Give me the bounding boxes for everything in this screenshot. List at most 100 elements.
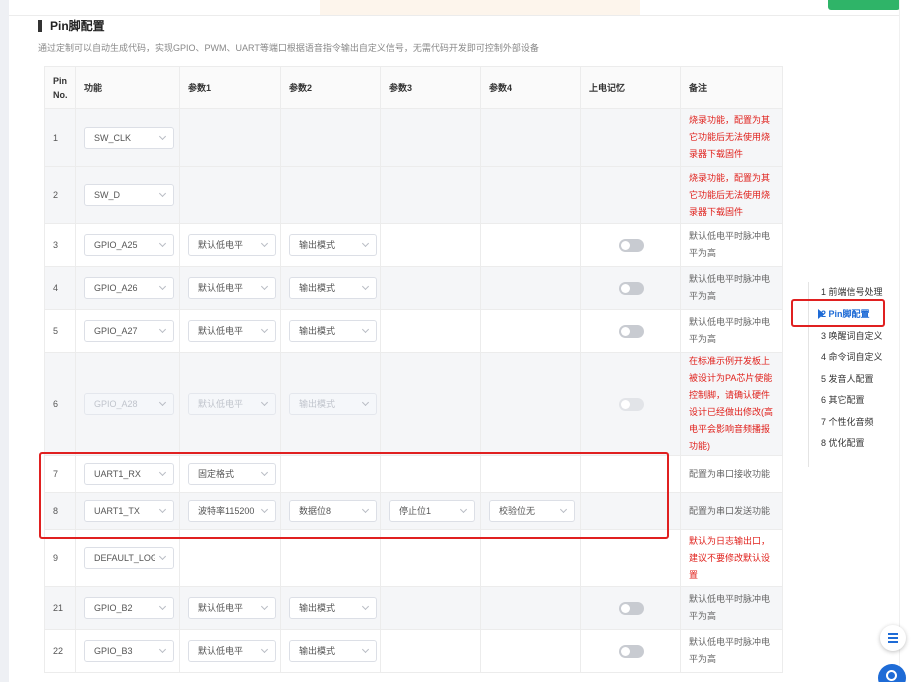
param1-cell: 默认低电平 xyxy=(179,352,281,456)
toc-item-frontend-signal[interactable]: 1 前端信号处理 xyxy=(821,285,883,298)
param1-select[interactable]: 默认低电平 xyxy=(188,277,276,299)
header-power-memory: 上电记忆 xyxy=(580,66,681,109)
power-memory-toggle[interactable] xyxy=(619,238,644,252)
toc-item-speaker[interactable]: 5 发音人配置 xyxy=(821,372,874,385)
remark-cell: 在标准示例开发板上被设计为PA芯片使能控制脚，请确认硬件设计已经做出修改(高电平… xyxy=(680,352,783,456)
chevron-down-icon xyxy=(361,239,370,248)
function-cell: GPIO_B3 xyxy=(75,629,180,673)
param1-select[interactable]: 固定格式 xyxy=(188,463,276,485)
param1-select[interactable]: 波特率115200 xyxy=(188,500,276,522)
param1-cell: 默认低电平 xyxy=(179,223,281,267)
remark-text: 默认低电平时脉冲电平为高 xyxy=(689,317,771,344)
param1-cell: 默认低电平 xyxy=(179,629,281,673)
toggle-knob xyxy=(621,326,630,336)
chevron-down-icon xyxy=(260,505,269,514)
function-cell: GPIO_A25 xyxy=(75,223,180,267)
function-cell: GPIO_A26 xyxy=(75,266,180,310)
param3-select[interactable]: 停止位1 xyxy=(389,500,475,522)
remark-text: 配置为串口接收功能 xyxy=(689,468,771,479)
table-row: 2 SW_D 烧录功能，配置为其它功能后无法使用烧录器下载固件 xyxy=(44,166,783,224)
right-edge-strip xyxy=(899,0,915,682)
power-memory-cell xyxy=(580,309,681,353)
select-value: 校验位无 xyxy=(499,506,536,516)
power-memory-toggle-disabled xyxy=(619,397,644,411)
select-value: DEFAULT_LOG xyxy=(94,553,155,563)
param2-select[interactable]: 输出模式 xyxy=(289,277,377,299)
function-select[interactable]: SW_D xyxy=(84,184,174,206)
power-memory-toggle[interactable] xyxy=(619,644,644,658)
select-value: 默认低电平 xyxy=(198,283,244,293)
menu-float-button[interactable] xyxy=(880,625,906,651)
function-select[interactable]: GPIO_B3 xyxy=(84,640,174,662)
pin-number: 8 xyxy=(44,492,76,530)
function-select[interactable]: UART1_RX xyxy=(84,463,174,485)
chevron-down-icon xyxy=(260,602,269,611)
function-select[interactable]: GPIO_B2 xyxy=(84,597,174,619)
function-select-disabled: GPIO_A28 xyxy=(84,393,174,415)
toc-item-other-config[interactable]: 6 其它配置 xyxy=(821,393,865,406)
remark-cell: 默认为日志输出口，建议不要修改默认设置 xyxy=(680,529,783,587)
chevron-down-icon xyxy=(260,325,269,334)
param2-select[interactable]: 输出模式 xyxy=(289,234,377,256)
select-value: 默认低电平 xyxy=(198,399,244,409)
function-select[interactable]: GPIO_A26 xyxy=(84,277,174,299)
function-select[interactable]: SW_CLK xyxy=(84,126,174,149)
remark-text: 默认低电平时脉冲电平为高 xyxy=(689,231,771,258)
param1-select[interactable]: 默认低电平 xyxy=(188,597,276,619)
select-value: UART1_TX xyxy=(94,506,140,516)
table-row: 5 GPIO_A27 默认低电平 输出模式 默认低电平时脉冲电平为高 xyxy=(44,309,783,353)
section-title-marker xyxy=(38,20,42,32)
param2-select-disabled: 输出模式 xyxy=(289,393,377,415)
table-row: 1 SW_CLK 烧录功能，配置为其它功能后无法使用烧录器下载固件 xyxy=(44,108,783,167)
toc-item-custom-audio[interactable]: 7 个性化音频 xyxy=(821,415,874,428)
param3-cell: 停止位1 xyxy=(380,492,481,530)
select-value: 固定格式 xyxy=(198,469,235,479)
param4-select[interactable]: 校验位无 xyxy=(489,500,575,522)
remark-text: 默认低电平时脉冲电平为高 xyxy=(689,637,771,664)
param1-select[interactable]: 默认低电平 xyxy=(188,234,276,256)
function-select[interactable]: DEFAULT_LOG xyxy=(84,547,174,569)
param2-select[interactable]: 输出模式 xyxy=(289,597,377,619)
toc-item-command-word[interactable]: 4 命令词自定义 xyxy=(821,350,883,363)
toggle-knob xyxy=(621,646,630,656)
function-select[interactable]: GPIO_A25 xyxy=(84,234,174,256)
param2-select[interactable]: 输出模式 xyxy=(289,640,377,662)
chevron-down-icon xyxy=(361,398,370,407)
select-value: GPIO_A25 xyxy=(94,240,138,250)
chevron-down-icon xyxy=(158,602,167,611)
select-value: 输出模式 xyxy=(299,326,336,336)
table-row: 21 GPIO_B2 默认低电平 输出模式 默认低电平时脉冲电平为高 xyxy=(44,586,783,630)
pin-number: 1 xyxy=(44,108,76,167)
param1-cell: 默认低电平 xyxy=(179,266,281,310)
chevron-down-icon xyxy=(158,505,167,514)
function-cell: GPIO_A28 xyxy=(75,352,180,456)
param2-select[interactable]: 数据位8 xyxy=(289,500,377,522)
param2-cell: 输出模式 xyxy=(280,223,381,267)
pin-number: 3 xyxy=(44,223,76,267)
select-value: GPIO_A27 xyxy=(94,326,138,336)
top-green-button-edge[interactable] xyxy=(828,0,900,10)
header-pin-no: Pin No. xyxy=(44,66,76,109)
remark-cell: 配置为串口接收功能 xyxy=(680,455,783,493)
table-row: 6 GPIO_A28 默认低电平 输出模式 在标准示例开发板上被设计为PA芯片使… xyxy=(44,352,783,456)
power-memory-toggle[interactable] xyxy=(619,601,644,615)
pin-number: 7 xyxy=(44,455,76,493)
param1-select[interactable]: 默认低电平 xyxy=(188,320,276,342)
pin-number: 4 xyxy=(44,266,76,310)
toc-item-optimize[interactable]: 8 优化配置 xyxy=(821,436,865,449)
function-select[interactable]: UART1_TX xyxy=(84,500,174,522)
chevron-down-icon xyxy=(361,325,370,334)
toggle-knob xyxy=(621,283,630,293)
toc-item-wake-word[interactable]: 3 唤醒词自定义 xyxy=(821,329,883,342)
remark-cell: 默认低电平时脉冲电平为高 xyxy=(680,223,783,267)
select-value: SW_D xyxy=(94,190,121,200)
param1-select[interactable]: 默认低电平 xyxy=(188,640,276,662)
function-select[interactable]: GPIO_A27 xyxy=(84,320,174,342)
select-value: 输出模式 xyxy=(299,399,336,409)
power-memory-cell xyxy=(580,586,681,630)
power-memory-toggle[interactable] xyxy=(619,324,644,338)
param1-cell: 波特率115200 xyxy=(179,492,281,530)
remark-cell: 默认低电平时脉冲电平为高 xyxy=(680,629,783,673)
param2-select[interactable]: 输出模式 xyxy=(289,320,377,342)
power-memory-toggle[interactable] xyxy=(619,281,644,295)
